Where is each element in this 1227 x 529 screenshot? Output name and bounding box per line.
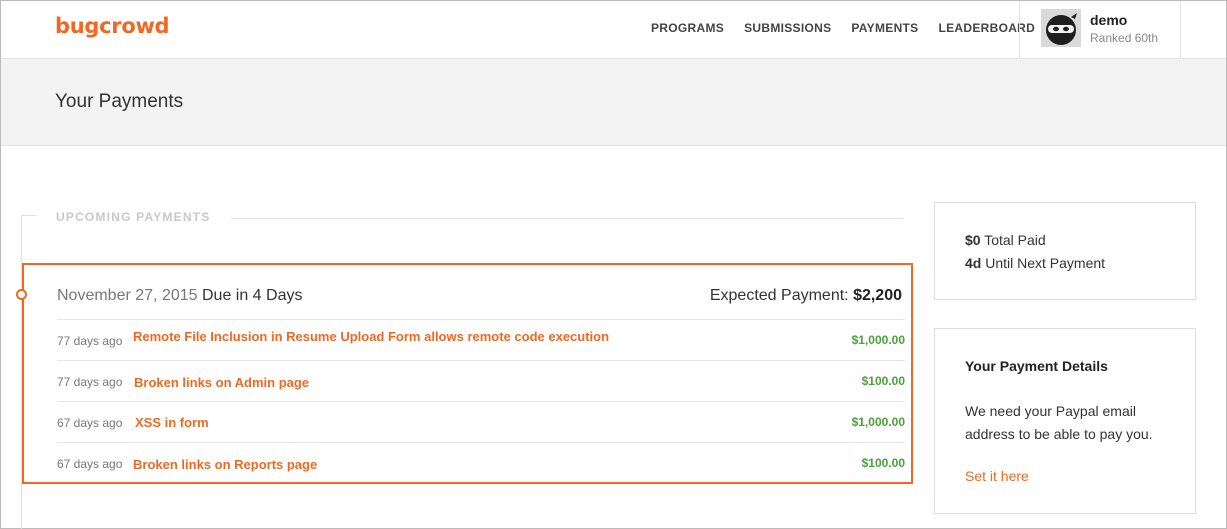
row-amount: $1,000.00 [851, 333, 905, 347]
submission-link[interactable]: XSS in form [135, 415, 209, 430]
main-nav: PROGRAMS SUBMISSIONS PAYMENTS LEADERBOAR… [651, 21, 1055, 35]
timeline-divider [21, 215, 37, 216]
payment-row: 77 days ago Remote File Inclusion in Res… [57, 319, 905, 360]
row-amount: $100.00 [861, 374, 905, 388]
title-band: Your Payments [1, 59, 1226, 146]
submission-link[interactable]: Broken links on Admin page [134, 375, 309, 390]
nav-payments[interactable]: PAYMENTS [851, 21, 918, 35]
payment-row: 67 days ago XSS in form $1,000.00 [57, 401, 905, 442]
total-paid-value: $0 [965, 232, 981, 248]
row-age: 67 days ago [57, 457, 123, 471]
total-paid-label: Total Paid [984, 232, 1046, 248]
set-paypal-link[interactable]: Set it here [965, 468, 1029, 484]
nav-programs[interactable]: PROGRAMS [651, 21, 724, 35]
payment-summary-card: $0 Total Paid 4d Until Next Payment [934, 202, 1196, 300]
top-navbar: bugcrowd PROGRAMS SUBMISSIONS PAYMENTS L… [1, 1, 1226, 59]
payment-details-title: Your Payment Details [965, 358, 1108, 374]
user-menu[interactable]: demo Ranked 60th [1019, 1, 1181, 59]
page-title: Your Payments [55, 91, 184, 112]
timeline-dot-icon [16, 289, 27, 300]
submission-link[interactable]: Broken links on Reports page [133, 457, 317, 472]
payment-due: Due in 4 Days [201, 287, 303, 304]
submission-link[interactable]: Remote File Inclusion in Resume Upload F… [133, 329, 609, 344]
expected-payment: Expected Payment: $2,200 [710, 287, 902, 305]
expected-payment-label: Expected Payment: [709, 287, 849, 304]
next-payment: 4d Until Next Payment [965, 255, 1105, 271]
section-label-upcoming: UPCOMING PAYMENTS [56, 210, 211, 224]
payment-row: 77 days ago Broken links on Admin page $… [57, 360, 905, 401]
next-payment-label: Until Next Payment [985, 255, 1106, 271]
ninja-avatar-icon [1041, 9, 1081, 47]
timeline-divider [231, 218, 903, 219]
next-payment-value: 4d [965, 255, 982, 271]
payment-date: November 27, 2015 Due in 4 Days [57, 287, 302, 305]
row-age: 77 days ago [57, 375, 123, 389]
user-rank: Ranked 60th [1090, 31, 1159, 45]
payment-details-message: We need your Paypal email address to be … [965, 403, 1153, 442]
row-age: 67 days ago [57, 416, 123, 430]
payment-details-card: Your Payment Details We need your Paypal… [934, 328, 1196, 514]
user-name: demo [1090, 12, 1128, 28]
bugcrowd-logo[interactable]: bugcrowd [55, 14, 170, 38]
row-amount: $1,000.00 [851, 415, 905, 429]
payment-group: November 27, 2015 Due in 4 Days Expected… [22, 263, 913, 484]
nav-submissions[interactable]: SUBMISSIONS [744, 21, 831, 35]
total-paid: $0 Total Paid [965, 232, 1046, 248]
payment-row: 67 days ago Broken links on Reports page… [57, 442, 905, 483]
row-amount: $100.00 [861, 456, 905, 470]
payment-date-text: November 27, 2015 [57, 287, 198, 304]
row-age: 77 days ago [57, 334, 123, 348]
expected-payment-amount: $2,200 [853, 287, 902, 304]
